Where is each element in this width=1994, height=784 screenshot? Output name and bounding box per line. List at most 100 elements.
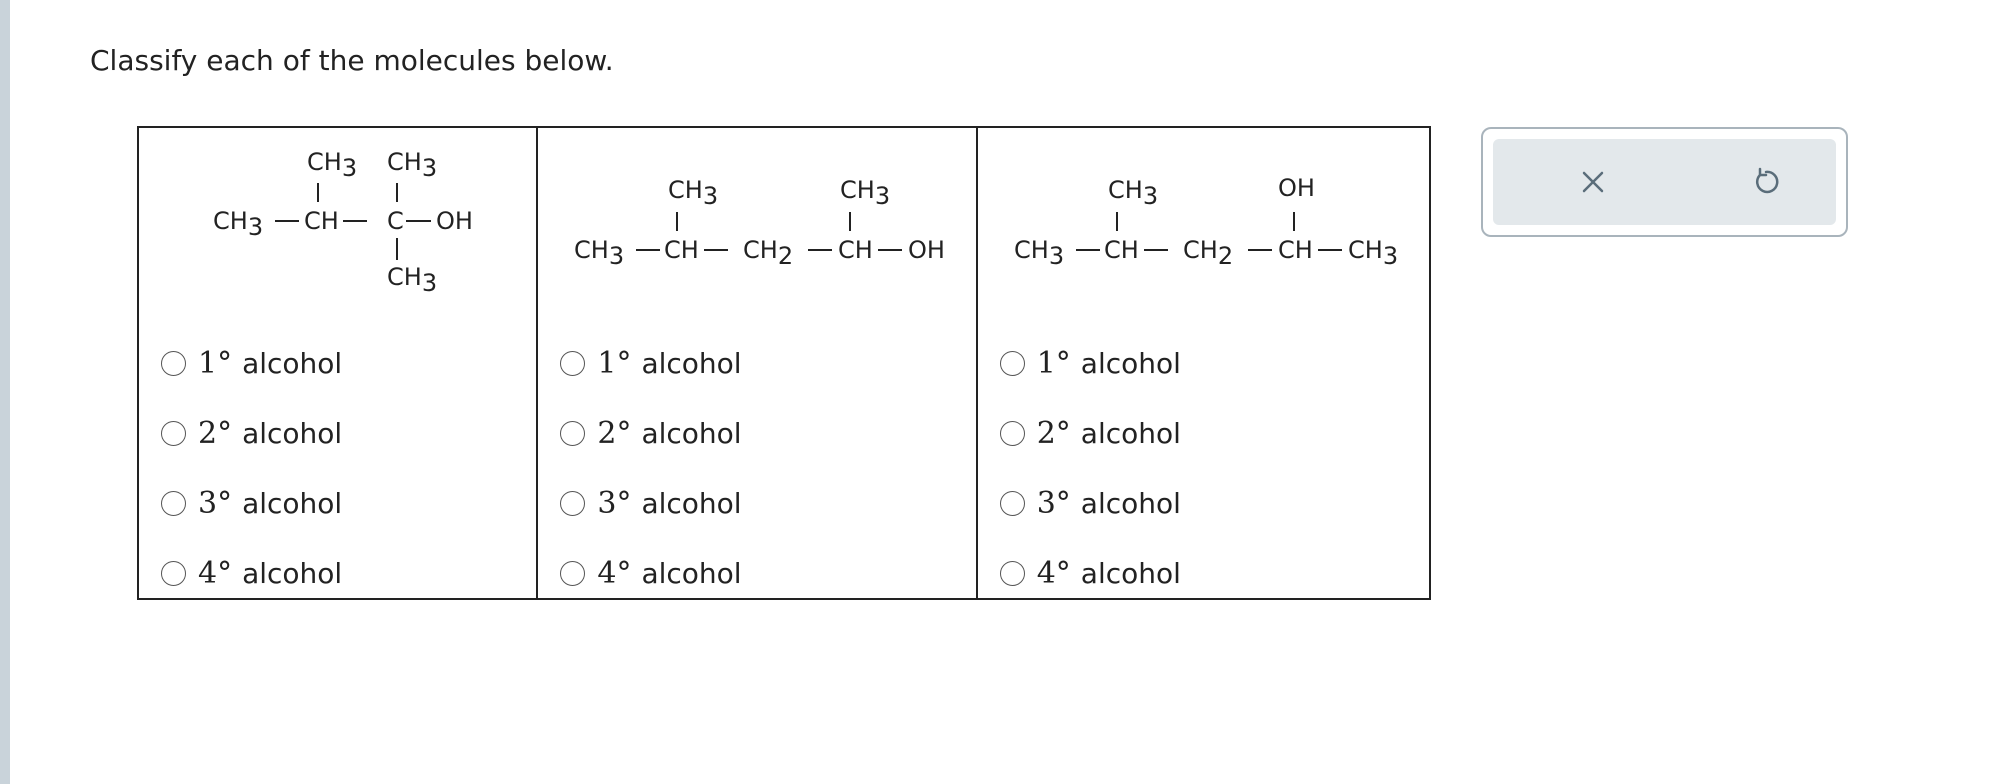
mol3-option-2[interactable]: 2° alcohol (999, 398, 1181, 468)
option-label: 3° alcohol (1037, 486, 1181, 521)
mol1-top-right-ch3: CH3 (387, 148, 437, 182)
molecule-2-structure: CH3 CH3 CH3 CH CH2 CH OH (538, 128, 975, 308)
mol2-chain-ch-1: CH (664, 236, 699, 264)
mol1-option-3[interactable]: 3° alcohol (161, 468, 342, 538)
option-degree: 3° (1036, 485, 1071, 521)
classification-table: CH3 CH3 CH3 CH C OH CH3 1° alcohol 2° alco… (137, 126, 1431, 600)
option-word: alcohol (1080, 346, 1181, 380)
radio-button[interactable] (161, 350, 186, 376)
mol2-chain-ch3: CH3 (574, 236, 624, 270)
mol3-top-right-oh: OH (1278, 174, 1315, 202)
option-degree: 2° (597, 415, 632, 451)
mol2-chain-ch-2: CH (838, 236, 873, 264)
option-degree: 1° (1036, 345, 1071, 381)
molecule-2-options: 1° alcohol 2° alcohol 3° alcohol 4° alcohol (560, 328, 742, 608)
molecule-3-options: 1° alcohol 2° alcohol 3° alcohol 4° alcohol (999, 328, 1181, 608)
option-label: 2° alcohol (198, 416, 342, 451)
mol1-top-left-ch3: CH3 (307, 148, 357, 182)
radio-button[interactable] (560, 350, 586, 376)
mol1-option-4[interactable]: 4° alcohol (161, 538, 342, 608)
radio-button[interactable] (161, 560, 186, 586)
option-word: alcohol (1080, 556, 1181, 590)
radio-button[interactable] (999, 560, 1025, 586)
option-label: 2° alcohol (1037, 416, 1181, 451)
option-label: 2° alcohol (597, 416, 741, 451)
mol2-option-2[interactable]: 2° alcohol (560, 398, 742, 468)
mol3-chain-ch2: CH2 (1183, 236, 1233, 270)
option-degree: 1° (597, 345, 632, 381)
reset-answer-button[interactable] (1736, 152, 1796, 212)
mol3-chain-ch-2: CH (1278, 236, 1313, 264)
mol3-chain-ch3-left: CH3 (1014, 236, 1064, 270)
mol3-option-3[interactable]: 3° alcohol (999, 468, 1181, 538)
molecule-column-1: CH3 CH3 CH3 CH C OH CH3 1° alcohol 2° alco… (139, 128, 539, 598)
molecule-1-svg: CH3 CH3 CH3 CH C OH CH3 (213, 148, 473, 297)
option-word: alcohol (242, 346, 343, 380)
option-word: alcohol (242, 486, 343, 520)
mol3-option-4[interactable]: 4° alcohol (999, 538, 1181, 608)
option-word: alcohol (641, 346, 742, 380)
mol1-option-1[interactable]: 1° alcohol (161, 328, 342, 398)
mol1-chain-oh: OH (436, 207, 473, 235)
mol2-top-left-ch3: CH3 (668, 176, 718, 210)
option-word: alcohol (1080, 486, 1181, 520)
radio-button[interactable] (560, 420, 586, 446)
option-word: alcohol (641, 416, 742, 450)
radio-button[interactable] (999, 350, 1025, 376)
mol2-option-1[interactable]: 1° alcohol (560, 328, 742, 398)
mol1-chain-ch: CH (304, 207, 339, 235)
mol1-chain-ch3: CH3 (213, 207, 263, 241)
radio-button[interactable] (161, 420, 186, 446)
mol3-chain-ch3-right: CH3 (1348, 236, 1398, 270)
question-instruction: Classify each of the molecules below. (90, 44, 614, 77)
option-degree: 2° (198, 415, 233, 451)
option-word: alcohol (641, 556, 742, 590)
mol2-top-right-ch3: CH3 (840, 176, 890, 210)
option-label: 4° alcohol (198, 556, 342, 591)
option-degree: 1° (198, 345, 233, 381)
option-label: 1° alcohol (198, 346, 342, 381)
mol3-chain-ch-1: CH (1104, 236, 1139, 264)
clear-answer-button[interactable] (1563, 152, 1623, 212)
mol1-chain-c: C (387, 207, 404, 235)
option-degree: 3° (597, 485, 632, 521)
answer-toolbar (1481, 127, 1848, 237)
answer-toolbar-inner (1493, 139, 1836, 225)
option-label: 4° alcohol (597, 556, 741, 591)
radio-button[interactable] (999, 420, 1025, 446)
mol3-option-1[interactable]: 1° alcohol (999, 328, 1181, 398)
molecule-3-structure: CH3 OH CH3 CH CH2 CH CH3 (978, 128, 1429, 308)
mol2-option-3[interactable]: 3° alcohol (560, 468, 742, 538)
mol3-top-left-ch3: CH3 (1108, 176, 1158, 210)
radio-button[interactable] (560, 560, 586, 586)
left-edge-strip (0, 0, 10, 784)
mol1-option-2[interactable]: 2° alcohol (161, 398, 342, 468)
option-label: 3° alcohol (597, 486, 741, 521)
option-word: alcohol (242, 556, 343, 590)
option-label: 1° alcohol (597, 346, 741, 381)
option-degree: 2° (1036, 415, 1071, 451)
molecule-3-svg: CH3 OH CH3 CH CH2 CH CH3 (1014, 174, 1398, 270)
option-word: alcohol (641, 486, 742, 520)
radio-button[interactable] (161, 490, 186, 516)
option-degree: 4° (597, 555, 632, 591)
option-word: alcohol (242, 416, 343, 450)
molecule-column-2: CH3 CH3 CH3 CH CH2 CH OH 1° alcohol 2° alc… (538, 128, 978, 598)
undo-icon (1755, 167, 1779, 194)
molecule-column-3: CH3 OH CH3 CH CH2 CH CH3 1° alcohol 2° alc… (978, 128, 1429, 598)
option-degree: 3° (198, 485, 233, 521)
radio-button[interactable] (560, 490, 586, 516)
mol2-chain-oh: OH (908, 236, 945, 264)
option-label: 4° alcohol (1037, 556, 1181, 591)
option-label: 1° alcohol (1037, 346, 1181, 381)
mol1-bottom-ch3: CH3 (387, 263, 437, 297)
molecule-2-svg: CH3 CH3 CH3 CH CH2 CH OH (574, 176, 945, 270)
mol2-option-4[interactable]: 4° alcohol (560, 538, 742, 608)
radio-button[interactable] (999, 490, 1025, 516)
close-icon (1582, 171, 1604, 193)
option-label: 3° alcohol (198, 486, 342, 521)
option-word: alcohol (1080, 416, 1181, 450)
molecule-1-options: 1° alcohol 2° alcohol 3° alcohol 4° alcohol (161, 328, 342, 608)
mol2-chain-ch2: CH2 (743, 236, 793, 270)
option-degree: 4° (198, 555, 233, 591)
